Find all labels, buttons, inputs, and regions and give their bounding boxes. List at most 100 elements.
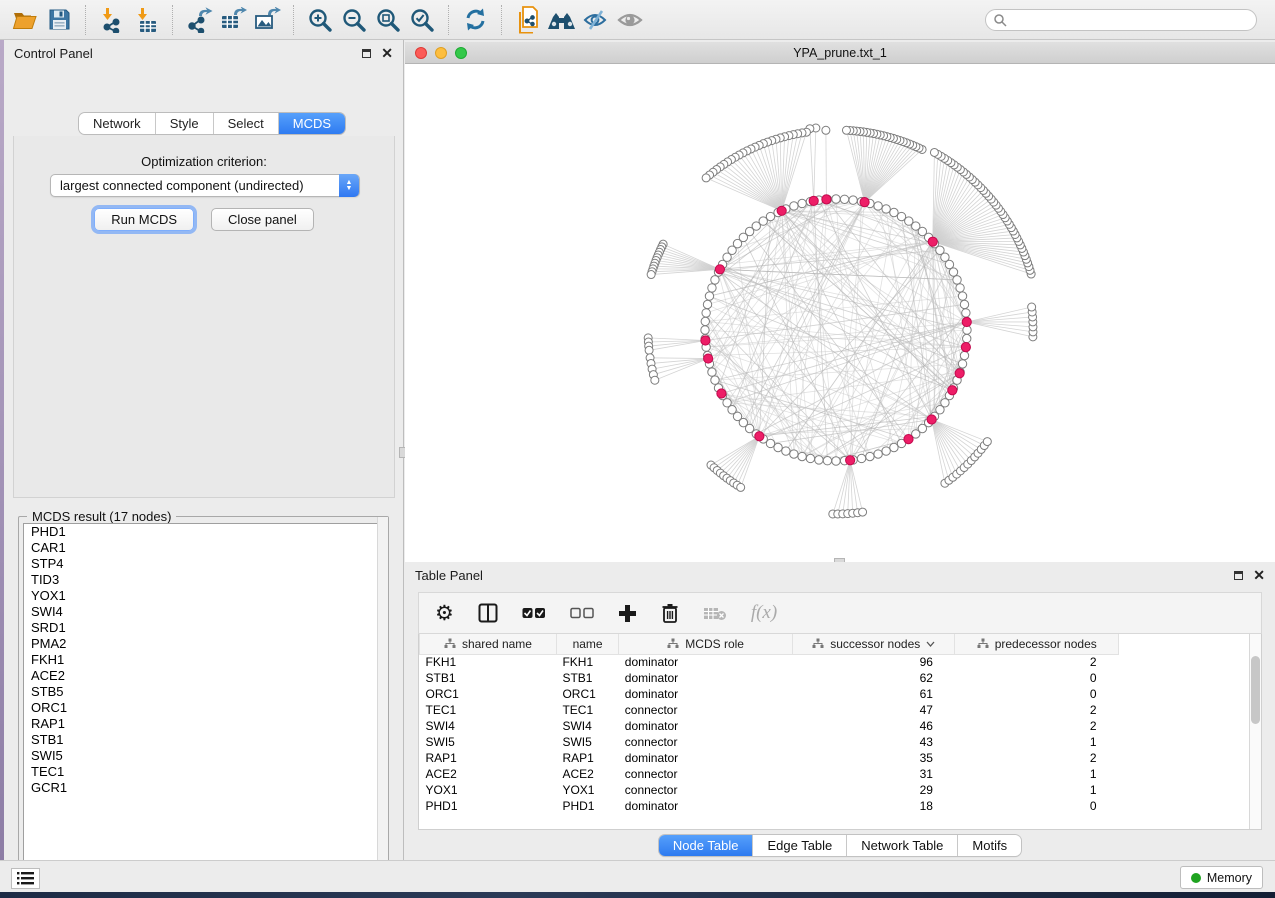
export-network-button[interactable] [182,4,216,36]
network-graph[interactable] [405,64,1275,561]
columns-icon[interactable] [478,603,498,623]
open-file-button[interactable] [8,4,42,36]
column-header-mcds-role[interactable]: MCDS role [619,634,793,654]
first-neighbors-button[interactable] [545,4,579,36]
tab-edge-table[interactable]: Edge Table [753,835,847,856]
mcds-result-item[interactable]: STP4 [24,556,383,572]
hide-selected-button[interactable] [579,4,613,36]
import-table-button[interactable] [129,4,163,36]
tab-node-table[interactable]: Node Table [659,835,754,856]
close-panel-icon[interactable]: ✕ [381,48,393,58]
close-panel-button[interactable]: Close panel [211,208,314,231]
cell-name: ACE2 [556,766,618,782]
table-body: FKH1 FKH1 dominator 96 2 STB1 STB1 domin… [420,654,1119,814]
deselect-all-icon[interactable] [570,607,594,620]
export-table-button[interactable] [216,4,250,36]
optimization-criterion-label: Optimization criterion: [14,154,394,169]
close-panel-icon[interactable]: ✕ [1253,570,1265,580]
run-mcds-button[interactable]: Run MCDS [94,208,194,231]
tab-network-table[interactable]: Network Table [847,835,958,856]
table-scrollbar[interactable] [1249,634,1261,829]
export-image-button[interactable] [250,4,284,36]
cell-shared-name: YOX1 [420,782,557,798]
table-row[interactable]: SWI4 SWI4 dominator 46 2 [420,718,1119,734]
mcds-result-item[interactable]: SWI4 [24,604,383,620]
cell-mcds-role: dominator [619,686,793,702]
select-all-icon[interactable] [522,607,546,620]
tab-network[interactable]: Network [79,113,156,134]
import-network-icon [99,7,125,33]
mcds-result-item[interactable]: TEC1 [24,764,383,780]
zoom-out-button[interactable] [337,4,371,36]
cell-shared-name: SWI4 [420,718,557,734]
export-table-icon [219,7,247,33]
zoom-in-button[interactable] [303,4,337,36]
cell-mcds-role: connector [619,702,793,718]
mcds-result-item[interactable]: SRD1 [24,620,383,636]
column-header-predecessor-nodes[interactable]: predecessor nodes [955,634,1119,654]
table-row[interactable]: STB1 STB1 dominator 62 0 [420,670,1119,686]
zoom-fit-button[interactable] [371,4,405,36]
table-scrollbar-thumb[interactable] [1251,656,1260,724]
network-view-window: YPA_prune.txt_1 [405,42,1275,562]
mcds-result-item[interactable]: GCR1 [24,780,383,796]
refresh-layout-button[interactable] [458,4,492,36]
cell-shared-name: STB1 [420,670,557,686]
mcds-result-item[interactable]: STB5 [24,684,383,700]
mcds-result-item[interactable]: STB1 [24,732,383,748]
attribute-icon [812,638,824,649]
mcds-result-item[interactable]: FKH1 [24,652,383,668]
show-all-button[interactable] [613,4,647,36]
tab-mcds[interactable]: MCDS [279,113,345,134]
mcds-result-item[interactable]: PMA2 [24,636,383,652]
float-panel-icon[interactable] [362,49,371,58]
cell-predecessor-nodes: 1 [955,766,1119,782]
dropdown-selected-value: largest connected component (undirected) [60,178,304,193]
table-row[interactable]: PHD1 PHD1 dominator 18 0 [420,798,1119,814]
column-header-shared-name[interactable]: shared name [420,634,557,654]
mcds-result-item[interactable]: PHD1 [24,524,383,540]
table-row[interactable]: YOX1 YOX1 connector 29 1 [420,782,1119,798]
tab-motifs[interactable]: Motifs [958,835,1021,856]
zoom-selected-button[interactable] [405,4,439,36]
delete-icon[interactable] [661,603,679,623]
optimization-criterion-dropdown[interactable]: largest connected component (undirected)… [50,174,360,197]
mcds-result-item[interactable]: YOX1 [24,588,383,604]
float-panel-icon[interactable] [1234,571,1243,580]
table-row[interactable]: RAP1 RAP1 dominator 35 2 [420,750,1119,766]
toolbar-separator [448,5,449,35]
new-network-from-selection-button[interactable] [511,4,545,36]
mcds-result-item[interactable]: ACE2 [24,668,383,684]
mcds-result-item[interactable]: RAP1 [24,716,383,732]
tab-select[interactable]: Select [214,113,279,134]
status-bar: Memory [0,860,1275,892]
save-session-button[interactable] [42,4,76,36]
network-canvas[interactable] [405,64,1275,561]
zoom-out-icon [341,7,367,33]
table-row[interactable]: ACE2 ACE2 connector 31 1 [420,766,1119,782]
task-history-button[interactable] [11,868,40,889]
memory-button[interactable]: Memory [1180,866,1263,889]
table-row[interactable]: FKH1 FKH1 dominator 96 2 [420,654,1119,670]
mcds-result-item[interactable]: SWI5 [24,748,383,764]
table-panel: Table Panel ✕ ⚙ [405,562,1275,862]
toolbar-separator [85,5,86,35]
tab-style[interactable]: Style [156,113,214,134]
column-header-successor-nodes[interactable]: successor nodes [792,634,954,654]
table-row[interactable]: SWI5 SWI5 connector 43 1 [420,734,1119,750]
table-row[interactable]: ORC1 ORC1 dominator 61 0 [420,686,1119,702]
node-table: shared name name MCDS role successor nod… [418,634,1262,830]
mcds-list-scrollbar[interactable] [377,517,388,875]
gear-icon[interactable]: ⚙ [435,601,454,626]
mcds-result-item[interactable]: TID3 [24,572,383,588]
cell-mcds-role: dominator [619,654,793,670]
mcds-result-list[interactable]: PHD1 CAR1 STP4 TID3 YOX1 SWI4 SRD1 PMA2 … [23,523,384,871]
mcds-result-item[interactable]: CAR1 [24,540,383,556]
search-input[interactable] [985,9,1257,31]
import-network-button[interactable] [95,4,129,36]
mcds-result-item[interactable]: ORC1 [24,700,383,716]
column-header-name[interactable]: name [556,634,618,654]
add-icon[interactable] [618,604,637,623]
table-row[interactable]: TEC1 TEC1 connector 47 2 [420,702,1119,718]
export-network-icon [185,7,213,33]
